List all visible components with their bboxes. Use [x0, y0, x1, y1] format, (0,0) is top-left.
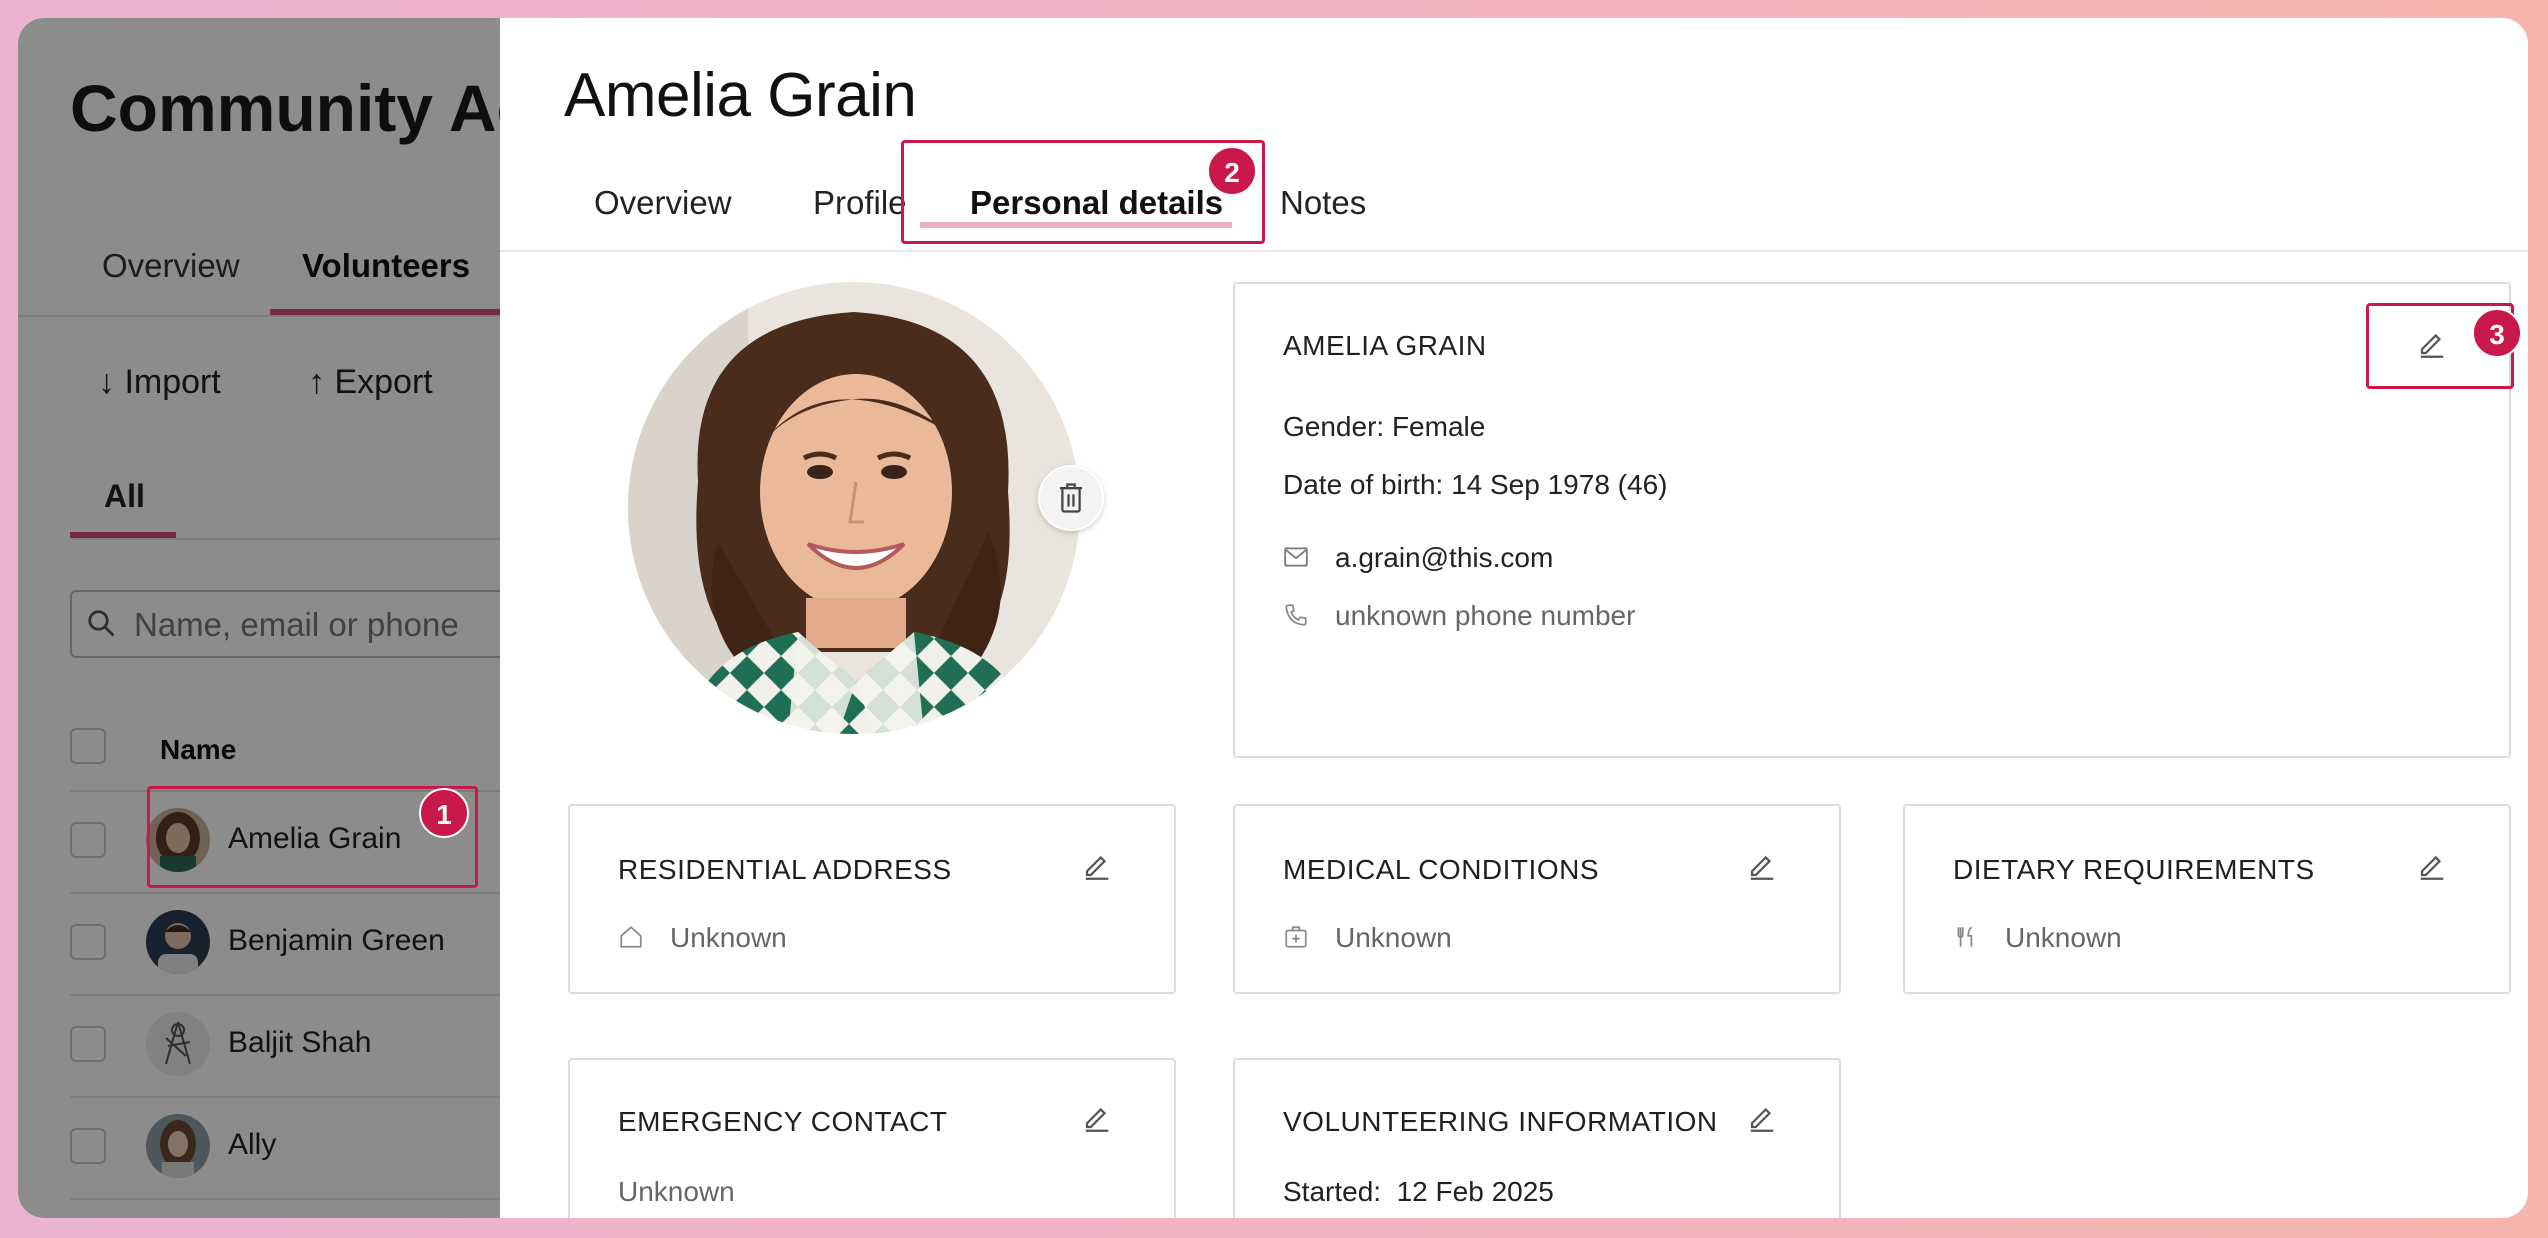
card-title: RESIDENTIAL ADDRESS [618, 854, 952, 885]
medical-kit-icon [1285, 926, 1307, 948]
highlight-box-2 [901, 140, 1265, 244]
emergency-value: Unknown [618, 1176, 735, 1207]
contact-card-title: AMELIA GRAIN [1283, 330, 1487, 361]
gender-text: Gender: Female [1283, 411, 1486, 442]
profile-photo-container [628, 282, 1104, 734]
residential-address-card: RESIDENTIAL ADDRESS Unknown [568, 804, 1176, 994]
dietary-requirements-card: DIETARY REQUIREMENTS Unknown [1903, 804, 2511, 994]
card-title: EMERGENCY CONTACT [618, 1106, 948, 1137]
tab-profile[interactable]: Profile [813, 184, 907, 222]
medical-conditions-card: MEDICAL CONDITIONS Unknown [1233, 804, 1841, 994]
started-date: Started: 12 Feb 2025 [1283, 1176, 1554, 1207]
dietary-value: Unknown [2005, 922, 2122, 953]
cutlery-icon [1957, 926, 1973, 947]
medical-value: Unknown [1335, 922, 1452, 953]
card-title: DIETARY REQUIREMENTS [1953, 854, 2315, 885]
step-badge-1: 1 [419, 788, 469, 838]
email-link[interactable]: a.grain@this.com [1335, 542, 1553, 574]
tab-notes[interactable]: Notes [1280, 184, 1366, 222]
phone-text: unknown phone number [1335, 600, 1636, 631]
address-value: Unknown [670, 922, 787, 953]
drawer-tabs: Overview Profile Personal details Notes [500, 158, 2528, 252]
app-window: Community Action Group Overview Voluntee… [18, 18, 2528, 1218]
delete-photo-button[interactable] [1038, 465, 1104, 531]
trash-icon [1059, 483, 1083, 513]
volunteering-information-card: VOLUNTEERING INFORMATION Started: 12 Feb… [1233, 1058, 1841, 1218]
edit-icon[interactable] [2417, 850, 2447, 880]
volunteer-drawer: Amelia Grain Overview Profile Personal d… [500, 18, 2528, 1218]
emergency-contact-card: EMERGENCY CONTACT Unknown [568, 1058, 1176, 1218]
drawer-title: Amelia Grain [564, 61, 917, 130]
modal-overlay[interactable] [18, 18, 518, 1218]
step-badge-3: 3 [2472, 308, 2522, 358]
card-title: VOLUNTEERING INFORMATION [1283, 1106, 1718, 1137]
home-icon [620, 926, 642, 948]
tab-overview[interactable]: Overview [594, 184, 732, 222]
mail-icon [1284, 547, 1308, 567]
card-title: MEDICAL CONDITIONS [1283, 854, 1599, 885]
phone-icon [1285, 604, 1307, 626]
step-badge-2: 2 [1207, 146, 1257, 196]
dob-text: Date of birth: 14 Sep 1978 (46) [1283, 469, 1668, 500]
edit-icon[interactable] [1747, 1102, 1777, 1132]
edit-icon[interactable] [1082, 850, 1112, 880]
edit-icon[interactable] [1747, 850, 1777, 880]
contact-card: AMELIA GRAIN Gender: Female Date of birt… [1233, 282, 2511, 758]
edit-icon[interactable] [1082, 1102, 1112, 1132]
profile-photo[interactable] [628, 282, 1080, 734]
